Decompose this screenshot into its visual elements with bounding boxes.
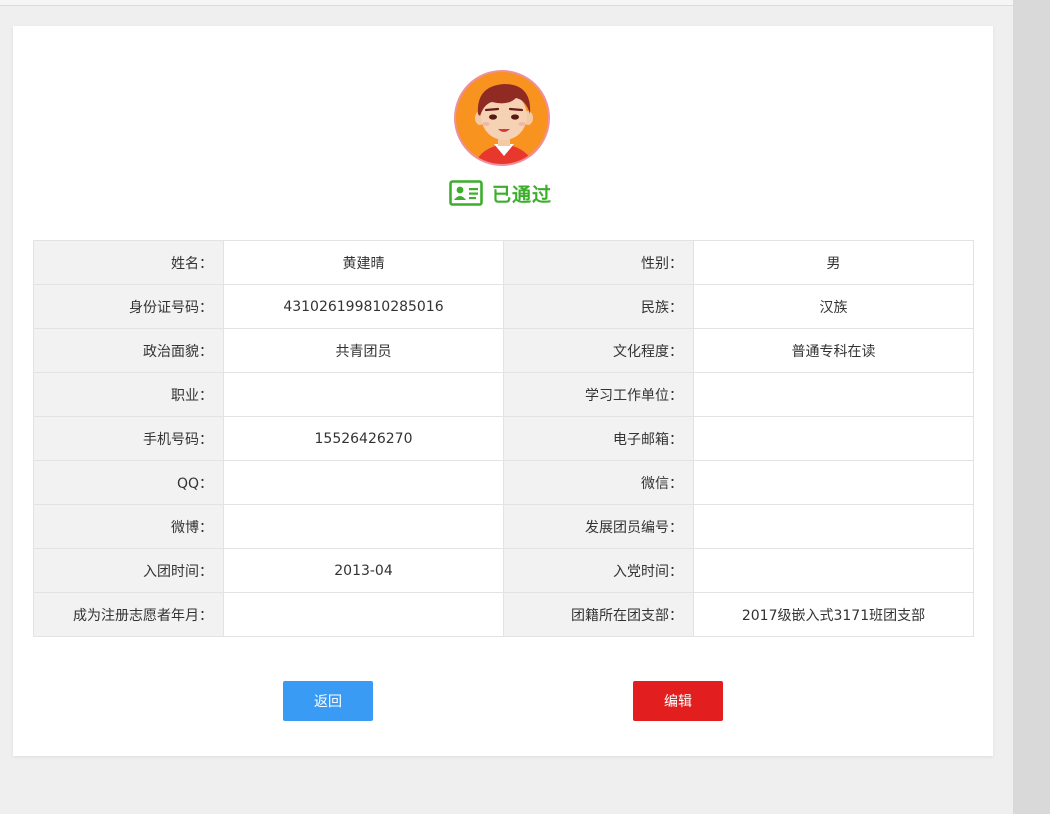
field-value [223,372,504,417]
table-row: QQ： 微信： [33,460,974,505]
field-label: 成为注册志愿者年月： [33,592,224,637]
field-value: 男 [693,240,974,285]
edit-button[interactable]: 编辑 [633,681,723,721]
user-avatar [454,70,550,166]
field-label: 职业： [33,372,224,417]
field-value [223,460,504,505]
table-row: 手机号码： 15526426270 电子邮箱： [33,416,974,461]
status-label: 已通过 [492,183,553,206]
field-label: 文化程度： [503,328,694,373]
field-label: 微信： [503,460,694,505]
field-value: 共青团员 [223,328,504,373]
table-row: 身份证号码： 431026199810285016 民族： 汉族 [33,284,974,329]
field-label: 电子邮箱： [503,416,694,461]
field-value: 黄建晴 [223,240,504,285]
field-value [223,592,504,637]
field-label: 入党时间： [503,548,694,593]
approval-status: 已通过 [449,178,552,208]
field-value: 普通专科在读 [693,328,974,373]
field-label: 姓名： [33,240,224,285]
field-label: 身份证号码： [33,284,224,329]
field-value [693,504,974,549]
field-label: 手机号码： [33,416,224,461]
table-row: 姓名： 黄建晴 性别： 男 [33,240,974,285]
table-row: 入团时间： 2013-04 入党时间： [33,548,974,593]
field-value: 2013-04 [223,548,504,593]
field-value [223,504,504,549]
table-row: 成为注册志愿者年月： 团籍所在团支部： 2017级嵌入式3171班团支部 [33,592,974,637]
field-label: 性别： [503,240,694,285]
table-row: 政治面貌： 共青团员 文化程度： 普通专科在读 [33,328,974,373]
field-value [693,416,974,461]
field-label: QQ： [33,460,224,505]
field-value [693,460,974,505]
field-value [693,372,974,417]
top-divider [0,0,1013,6]
id-card-icon [449,180,483,206]
table-row: 职业： 学习工作单位： [33,372,974,417]
field-value: 431026199810285016 [223,284,504,329]
field-label: 发展团员编号： [503,504,694,549]
field-value: 15526426270 [223,416,504,461]
field-value: 汉族 [693,284,974,329]
member-info-table: 姓名： 黄建晴 性别： 男 身份证号码： 431026199810285016 … [33,240,974,637]
scrollbar[interactable] [1013,0,1050,814]
field-label: 微博： [33,504,224,549]
avatar-illustration [475,84,533,164]
table-row: 微博： 发展团员编号： [33,504,974,549]
field-label: 民族： [503,284,694,329]
field-value [693,548,974,593]
member-detail-card: 已通过 姓名： 黄建晴 性别： 男 身份证号码： 431026199810285… [13,26,993,756]
field-label: 入团时间： [33,548,224,593]
field-label: 政治面貌： [33,328,224,373]
field-label: 学习工作单位： [503,372,694,417]
field-value: 2017级嵌入式3171班团支部 [693,592,974,637]
back-button[interactable]: 返回 [283,681,373,721]
field-label: 团籍所在团支部： [503,592,694,637]
